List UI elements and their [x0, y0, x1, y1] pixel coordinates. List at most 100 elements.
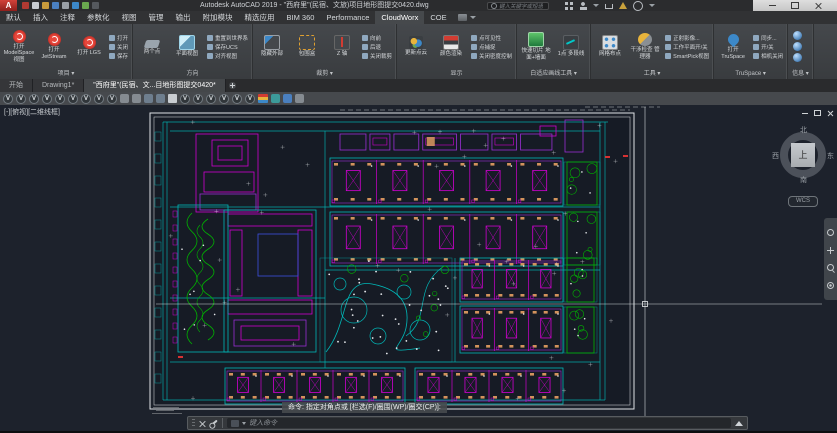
panel-label-1[interactable]: 方向	[133, 69, 252, 79]
site-plan-drawing[interactable]	[0, 105, 837, 433]
recent-commands-icon[interactable]	[242, 422, 246, 425]
toolbar-icon-0[interactable]: V	[3, 94, 13, 104]
ribbon-small-button-1-1[interactable]: 保存UCS	[207, 43, 248, 51]
qat-dropdown-icon[interactable]	[92, 2, 99, 9]
restore-icon[interactable]	[791, 2, 799, 9]
viewcube-north[interactable]: 北	[800, 125, 807, 135]
panel-label-6[interactable]: TruSpace ▾	[714, 69, 787, 79]
toolbar-icon-20[interactable]	[258, 94, 268, 103]
command-close-icon[interactable]	[199, 420, 206, 427]
new-file-icon[interactable]	[32, 2, 39, 9]
ribbon-tab-5[interactable]: 管理	[143, 11, 170, 24]
panel-label-7[interactable]: 信息 ▾	[788, 69, 813, 79]
alert-icon[interactable]	[619, 2, 627, 9]
steering-wheel-icon[interactable]	[827, 229, 834, 236]
panel-label-0[interactable]: 项目 ▾	[0, 69, 132, 79]
doc-restore-icon[interactable]	[814, 110, 821, 116]
help-dropdown-icon[interactable]	[649, 4, 655, 7]
toolbar-icon-12[interactable]	[156, 94, 165, 103]
ribbon-small-button-6-1[interactable]: 开/关	[753, 43, 783, 51]
ribbon-small-button-0-1[interactable]: 关闭	[109, 43, 128, 51]
app-menu-logo[interactable]: A	[0, 0, 17, 11]
panel-label-2[interactable]: 裁剪 ▾	[253, 69, 396, 79]
new-drawing-tab-button[interactable]	[226, 79, 239, 92]
info-sphere-icon[interactable]	[793, 42, 802, 51]
ribbon-button-1-0[interactable]: 两个点	[135, 37, 169, 56]
tab-overflow-caret-icon[interactable]	[470, 16, 476, 19]
viewcube-top-face[interactable]: 上	[791, 143, 815, 167]
ribbon-tab-9[interactable]: BIM 360	[281, 11, 321, 24]
zoom-icon[interactable]	[827, 264, 834, 271]
toolbar-icon-6[interactable]: V	[81, 94, 91, 104]
file-tab-1[interactable]: Drawing1*	[33, 79, 84, 92]
pan-icon[interactable]	[827, 247, 834, 254]
ribbon-button-0-0[interactable]: 打开 ModelSpace视图	[2, 30, 36, 64]
sign-in-icon[interactable]	[579, 2, 587, 10]
ribbon-tab-11[interactable]: CloudWorx	[375, 11, 424, 24]
ribbon-small-button-2-1[interactable]: 后退	[362, 43, 392, 51]
info-sphere-icon[interactable]	[793, 31, 802, 40]
doc-minimize-icon[interactable]	[802, 113, 808, 114]
ribbon-tab-3[interactable]: 参数化	[81, 11, 116, 24]
ribbon-small-button-1-2[interactable]: 对齐视图	[207, 52, 248, 60]
ribbon-button-2-0[interactable]: 隐藏外部	[255, 35, 289, 58]
ribbon-small-button-3-0[interactable]: 点可见性	[471, 34, 512, 42]
apps-icon[interactable]	[565, 2, 573, 10]
ribbon-button-3-1[interactable]: 颜色渲染	[434, 35, 468, 58]
drawing-canvas[interactable]: [-][俯视][二维线框] 上 北 南 西 东 WCS 命令: 指定对角点或 […	[0, 105, 837, 433]
help-icon[interactable]	[633, 1, 643, 11]
toolbar-icon-23[interactable]	[295, 94, 304, 103]
ribbon-small-button-2-2[interactable]: 关闭裁剪	[362, 52, 392, 60]
ribbon-button-2-2[interactable]: Z 轴	[325, 35, 359, 58]
info-sphere-icon[interactable]	[793, 53, 802, 62]
ribbon-tab-4[interactable]: 视图	[116, 11, 143, 24]
close-icon[interactable]	[815, 2, 822, 9]
viewcube-east[interactable]: 东	[827, 151, 834, 161]
ribbon-button-5-1[interactable]: 干涉检查 管理器	[628, 33, 662, 60]
ribbon-button-4-0[interactable]: 快速切片 地面+墙面	[519, 32, 553, 61]
toolbar-icon-14[interactable]: V	[180, 94, 190, 104]
viewcube-west[interactable]: 西	[772, 151, 779, 161]
ribbon-small-button-5-2[interactable]: SmartPick视图	[665, 52, 709, 60]
ribbon-button-3-0[interactable]: 更新点云	[399, 36, 433, 57]
help-search-field[interactable]: 键入关键字或短语	[487, 2, 549, 10]
ribbon-tab-1[interactable]: 插入	[27, 11, 54, 24]
ribbon-tab-6[interactable]: 输出	[170, 11, 197, 24]
store-cart-icon[interactable]	[605, 4, 613, 9]
doc-close-icon[interactable]	[827, 110, 833, 116]
wcs-button[interactable]: WCS	[788, 196, 818, 207]
panel-label-3[interactable]: 显示	[397, 69, 516, 79]
ribbon-button-0-2[interactable]: 打开 LGS	[72, 36, 106, 57]
ribbon-small-button-1-0[interactable]: 重置到世界系	[207, 34, 248, 42]
ribbon-small-button-6-2[interactable]: 相机关闭	[753, 52, 783, 60]
ribbon-button-2-1[interactable]: 包围盒	[290, 35, 324, 58]
toolbar-icon-22[interactable]	[283, 94, 292, 103]
panel-label-4[interactable]: 白适应画线工具 ▾	[517, 69, 590, 79]
ribbon-button-0-1[interactable]: 打开 JetStream	[37, 33, 71, 60]
ribbon-small-button-2-0[interactable]: 向前	[362, 34, 392, 42]
print-icon[interactable]	[62, 2, 69, 9]
ribbon-small-button-0-2[interactable]: 保存	[109, 52, 128, 60]
ribbon-tab-2[interactable]: 注释	[54, 11, 81, 24]
toolbar-icon-16[interactable]: V	[206, 94, 216, 104]
ribbon-small-button-5-1[interactable]: 工作平面开/关	[665, 43, 709, 51]
ribbon-small-button-3-1[interactable]: 点捕捉	[471, 43, 512, 51]
ribbon-small-button-0-0[interactable]: 打开	[109, 34, 128, 42]
save-icon[interactable]	[52, 2, 59, 9]
command-input[interactable]: 键入命令	[227, 418, 731, 428]
command-expand-arrow[interactable]	[735, 421, 743, 426]
toolbar-icon-15[interactable]: V	[193, 94, 203, 104]
file-tab-2[interactable]: "西府里"(民宿、文...目地形图提交0420*	[84, 79, 225, 92]
open-file-icon[interactable]	[42, 2, 49, 9]
ribbon-small-button-6-0[interactable]: 同步...	[753, 34, 783, 42]
toolbar-icon-11[interactable]	[144, 94, 153, 103]
ribbon-tab-12[interactable]: COE	[424, 11, 452, 24]
orbit-icon[interactable]	[827, 282, 834, 289]
file-tab-0[interactable]: 开始	[0, 79, 33, 92]
toolbar-icon-4[interactable]: V	[55, 94, 65, 104]
command-customize-icon[interactable]	[210, 420, 217, 427]
ribbon-tab-8[interactable]: 精选应用	[239, 11, 281, 24]
ribbon-small-button-3-2[interactable]: 关闭密度控制	[471, 52, 512, 60]
ribbon-button-1-1[interactable]: 平面视图	[170, 35, 204, 58]
toolbar-icon-5[interactable]: V	[68, 94, 78, 104]
